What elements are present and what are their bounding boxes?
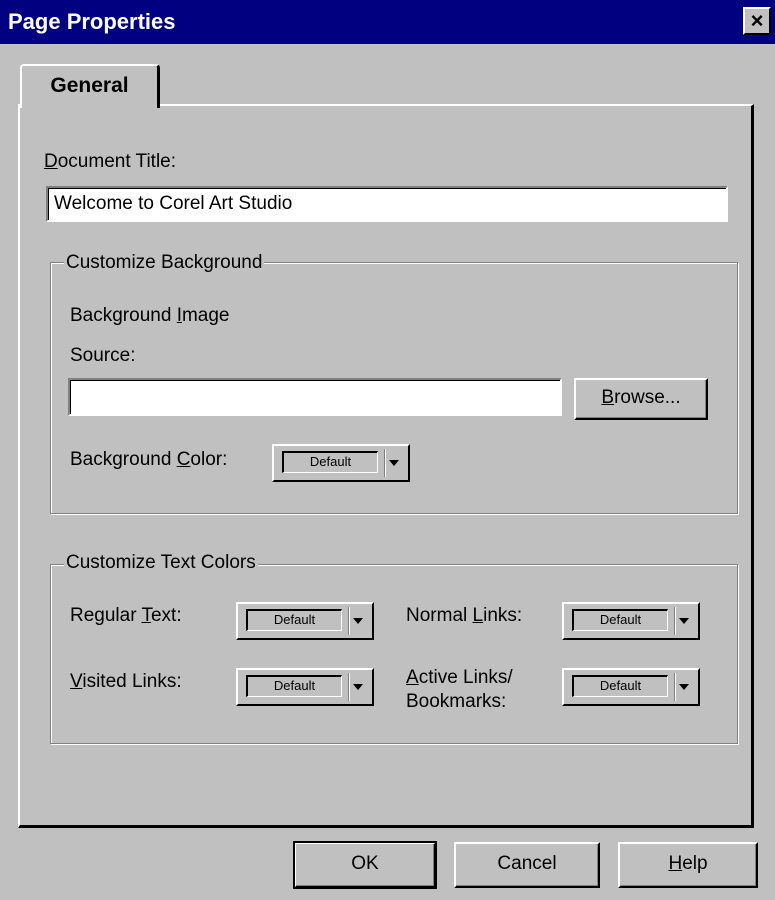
picker-separator	[674, 673, 676, 701]
picker-separator	[348, 607, 350, 635]
regular-text-label: Regular Text:	[70, 605, 182, 626]
document-title-input[interactable]	[46, 186, 728, 222]
picker-separator	[674, 607, 676, 635]
source-label: Source:	[70, 345, 136, 366]
ok-button[interactable]: OK	[293, 841, 437, 889]
help-button[interactable]: Help	[618, 842, 758, 888]
cancel-button[interactable]: Cancel	[454, 842, 600, 888]
title-bar: Page Properties ×	[0, 0, 775, 44]
tab-general-label: General	[50, 74, 129, 97]
customize-background-legend: Customize Background	[64, 252, 265, 274]
regular-text-color-picker[interactable]: Default	[236, 602, 374, 640]
normal-links-color-picker[interactable]: Default	[562, 602, 700, 640]
page-properties-dialog: Page Properties × General Document Title…	[0, 0, 775, 900]
visited-links-color-swatch: Default	[246, 675, 342, 697]
close-button[interactable]: ×	[743, 7, 771, 35]
chevron-down-icon	[353, 684, 363, 690]
regular-text-color-swatch: Default	[246, 609, 342, 631]
close-icon: ×	[750, 8, 764, 33]
background-source-input[interactable]	[68, 378, 562, 416]
background-color-picker[interactable]: Default	[272, 444, 410, 482]
normal-links-color-swatch: Default	[572, 609, 668, 631]
tab-panel-general: Document Title: Customize Background Bac…	[18, 104, 754, 828]
tab-general[interactable]: General	[20, 64, 160, 108]
normal-links-label: Normal Links:	[406, 605, 523, 626]
picker-separator	[348, 673, 350, 701]
window-title: Page Properties	[8, 9, 176, 34]
picker-separator	[384, 449, 386, 477]
background-color-label: Background Color:	[70, 449, 228, 470]
chevron-down-icon	[389, 460, 399, 466]
document-title-label: Document Title:	[44, 151, 177, 172]
visited-links-color-picker[interactable]: Default	[236, 668, 374, 706]
customize-text-colors-group	[50, 564, 738, 744]
customize-text-colors-legend: Customize Text Colors	[64, 552, 258, 574]
background-color-swatch: Default	[282, 451, 378, 473]
browse-button[interactable]: Browse...	[574, 378, 708, 420]
chevron-down-icon	[679, 618, 689, 624]
chevron-down-icon	[679, 684, 689, 690]
active-links-label: Active Links/	[406, 667, 513, 688]
visited-links-label: Visited Links:	[70, 671, 182, 692]
active-links-color-picker[interactable]: Default	[562, 668, 700, 706]
background-image-label: Background Image	[70, 305, 230, 326]
active-links-color-swatch: Default	[572, 675, 668, 697]
bookmarks-label: Bookmarks:	[406, 691, 507, 712]
chevron-down-icon	[353, 618, 363, 624]
